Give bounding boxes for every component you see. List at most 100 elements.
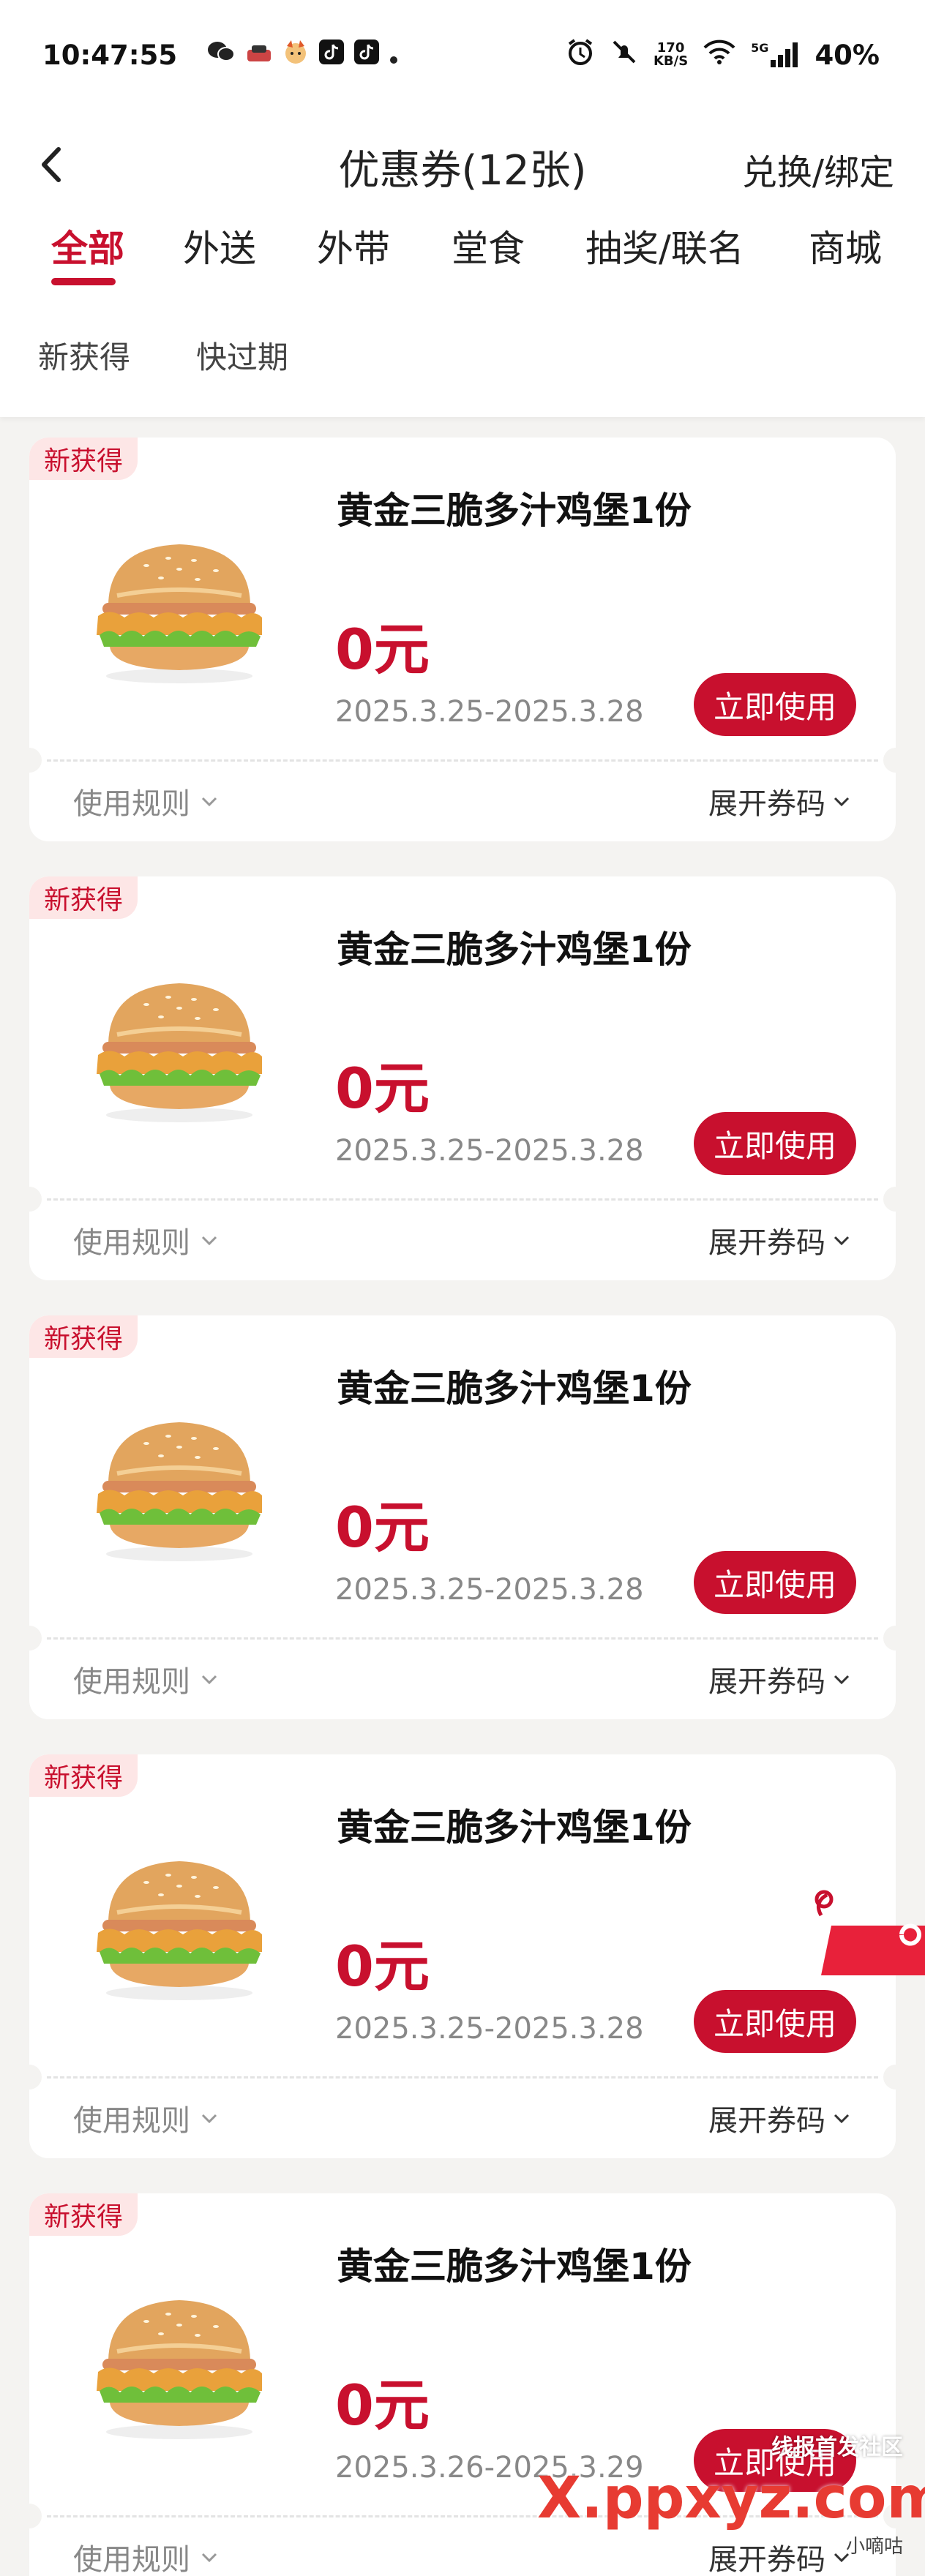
usage-rules-label: 使用规则 (73, 2104, 190, 2138)
use-now-button[interactable]: 立即使用 (694, 1990, 856, 2053)
coupon-title: 黄金三脆多汁鸡堡1份 (337, 1367, 692, 1410)
chevron-down-icon (201, 1236, 217, 1246)
usage-rules-label: 使用规则 (73, 1665, 190, 1699)
coupon-title: 黄金三脆多汁鸡堡1份 (337, 1806, 692, 1849)
dashed-divider (47, 1637, 878, 1640)
tab-dine-in[interactable]: 堂食 (452, 219, 525, 272)
ticket-notch (29, 2065, 42, 2089)
status-bar: 10:47:55 170 KB/S 5G 40% (0, 0, 925, 110)
ticket-notch (883, 748, 896, 773)
filter-expiring[interactable]: 快过期 (196, 333, 288, 378)
app-notification-icon (246, 40, 272, 71)
coupon-card[interactable]: 新获得 黄金三脆多汁鸡堡1份 0元 2025.3.25-2025.3.28 立即… (29, 438, 896, 841)
floating-promo-tag[interactable] (799, 1888, 925, 1975)
watermark-top-text: 线报首发社区 (771, 2435, 903, 2460)
cat-app-icon (282, 39, 309, 72)
expand-code-toggle[interactable]: 展开券码 (708, 1219, 852, 1261)
coupon-price: 0元 (335, 1056, 430, 1121)
ticket-notch (29, 1187, 42, 1212)
coupon-validity: 2025.3.25-2025.3.28 (335, 2012, 644, 2046)
tab-all[interactable]: 全部 (51, 219, 124, 272)
tiktok-icon (354, 39, 380, 71)
expand-code-toggle[interactable]: 展开券码 (708, 1658, 852, 1700)
use-now-button[interactable]: 立即使用 (694, 1112, 856, 1175)
ticket-notch (29, 748, 42, 773)
chicken-burger-image (97, 544, 262, 683)
usage-rules-toggle[interactable]: 使用规则 (73, 2097, 220, 2139)
network-speed: 170 KB/S (653, 40, 689, 69)
coupon-price: 0元 (335, 1934, 430, 1999)
dashed-divider (47, 759, 878, 762)
expand-code-label: 展开券码 (708, 1226, 825, 1260)
cellular-signal-icon: 5G (751, 42, 800, 67)
usage-rules-toggle[interactable]: 使用规则 (73, 780, 220, 822)
coupon-card[interactable]: 新获得 黄金三脆多汁鸡堡1份 0元 2025.3.25-2025.3.28 立即… (29, 1754, 896, 2158)
tab-lottery-collab[interactable]: 抽奖/联名 (585, 219, 744, 272)
coupon-validity: 2025.3.25-2025.3.28 (335, 1573, 644, 1607)
coupon-card[interactable]: 新获得 黄金三脆多汁鸡堡1份 0元 2025.3.25-2025.3.28 立即… (29, 876, 896, 1280)
coupon-card[interactable]: 新获得 黄金三脆多汁鸡堡1份 0元 2025.3.25-2025.3.28 立即… (29, 1315, 896, 1719)
expand-code-toggle[interactable]: 展开券码 (708, 780, 852, 822)
usage-rules-toggle[interactable]: 使用规则 (73, 1658, 220, 1700)
new-badge: 新获得 (29, 876, 138, 919)
new-badge: 新获得 (29, 1315, 138, 1358)
tab-takeout[interactable]: 外带 (317, 219, 390, 272)
category-tabs: 全部 外送 外带 堂食 抽奖/联名 商城 (0, 219, 925, 300)
active-tab-indicator (51, 278, 116, 285)
usage-rules-toggle[interactable]: 使用规则 (73, 2536, 220, 2576)
use-now-button[interactable]: 立即使用 (694, 673, 856, 736)
coupon-validity: 2025.3.25-2025.3.28 (335, 695, 644, 729)
coupon-title: 黄金三脆多汁鸡堡1份 (337, 2245, 692, 2288)
exchange-bind-link[interactable]: 兑换/绑定 (742, 143, 894, 195)
filter-row: 新获得 快过期 (0, 333, 925, 377)
chicken-burger-image (97, 2300, 262, 2439)
chicken-burger-image (97, 1422, 262, 1561)
tiktok-icon (319, 39, 345, 71)
new-badge: 新获得 (29, 1754, 138, 1797)
mute-icon (610, 37, 639, 73)
more-dot-icon (389, 40, 398, 71)
ticket-notch (29, 1626, 42, 1651)
ticket-notch (29, 2504, 42, 2528)
expand-code-toggle[interactable]: 展开券码 (708, 2097, 852, 2139)
watermark: 线报首发社区 X.ppxyz.com 小嘀咕 (537, 2429, 925, 2575)
tab-delivery[interactable]: 外送 (183, 219, 256, 272)
expand-code-label: 展开券码 (708, 787, 825, 821)
ticket-notch (883, 1187, 896, 1212)
dashed-divider (47, 2076, 878, 2079)
page-header: 优惠券(12张) 兑换/绑定 全部 外送 外带 堂食 抽奖/联名 商城 新获得 … (0, 110, 925, 417)
coupon-price: 0元 (335, 1495, 430, 1560)
use-now-button[interactable]: 立即使用 (694, 1551, 856, 1614)
coupon-title: 黄金三脆多汁鸡堡1份 (337, 928, 692, 971)
watermark-sub-text: 小嘀咕 (845, 2536, 903, 2558)
battery-level: 40% (814, 39, 880, 71)
chevron-down-icon (834, 1236, 850, 1246)
watermark-main-text: X.ppxyz.com (537, 2466, 925, 2531)
status-time: 10:47:55 (42, 39, 178, 71)
chevron-down-icon (834, 1675, 850, 1685)
chevron-down-icon (834, 2114, 850, 2124)
new-badge: 新获得 (29, 2193, 138, 2236)
ticket-notch (883, 1626, 896, 1651)
usage-rules-toggle[interactable]: 使用规则 (73, 1219, 220, 1261)
ticket-notch (883, 2065, 896, 2089)
chicken-burger-image (97, 1861, 262, 2000)
chevron-down-icon (201, 2114, 217, 2124)
new-badge: 新获得 (29, 438, 138, 480)
wechat-icon (206, 40, 236, 71)
chicken-burger-image (97, 983, 262, 1122)
dashed-divider (47, 1198, 878, 1201)
coupon-validity: 2025.3.25-2025.3.28 (335, 1134, 644, 1168)
usage-rules-label: 使用规则 (73, 1226, 190, 1260)
usage-rules-label: 使用规则 (73, 787, 190, 821)
notification-icons (206, 39, 398, 72)
chevron-down-icon (201, 797, 217, 807)
wifi-icon (703, 39, 736, 72)
tab-mall[interactable]: 商城 (809, 219, 882, 272)
expand-code-label: 展开券码 (708, 2104, 825, 2138)
chevron-down-icon (201, 2553, 217, 2563)
alarm-icon (566, 37, 595, 73)
filter-new[interactable]: 新获得 (38, 333, 130, 378)
chevron-down-icon (201, 1675, 217, 1685)
usage-rules-label: 使用规则 (73, 2543, 190, 2576)
